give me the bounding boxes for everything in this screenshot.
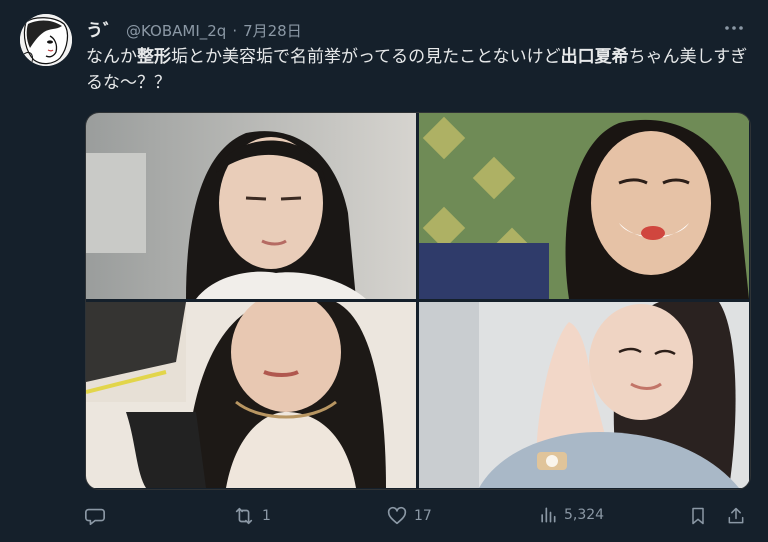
bookmark-button[interactable] — [688, 505, 708, 527]
photo-2[interactable] — [419, 113, 749, 299]
tweet-header: う゛ @KOBAMI_2q · 7月28日 — [86, 16, 302, 41]
reply-button[interactable] — [84, 505, 112, 527]
media-grid — [85, 112, 751, 490]
like-button[interactable]: 17 — [386, 505, 432, 527]
more-button[interactable] — [722, 16, 746, 40]
retweet-icon — [235, 507, 253, 525]
header-separator: · — [232, 22, 238, 40]
author-display-name[interactable]: う゛ — [86, 16, 120, 41]
like-count: 17 — [414, 508, 432, 524]
share-button[interactable] — [726, 505, 746, 527]
tweet[interactable]: う゛ @KOBAMI_2q · 7月28日 なんか整形垢とか美容垢で名前挙がって… — [0, 0, 768, 542]
reply-icon — [85, 508, 105, 526]
photo-4[interactable] — [419, 302, 749, 488]
tweet-text-bold1: 整形 — [137, 47, 171, 67]
author-handle[interactable]: @KOBAMI_2q — [126, 22, 226, 40]
tweet-text: なんか整形垢とか美容垢で名前挙がってるの見たことないけど出口夏希ちゃん美しすぎる… — [86, 44, 750, 96]
views-button[interactable]: 5,324 — [538, 505, 604, 525]
photo-3[interactable] — [86, 302, 416, 488]
share-icon — [728, 507, 744, 524]
retweet-button[interactable]: 1 — [232, 505, 271, 527]
tweet-date[interactable]: 7月28日 — [243, 20, 302, 41]
heart-icon — [387, 506, 407, 525]
avatar[interactable] — [20, 14, 72, 66]
photo-1[interactable] — [86, 113, 416, 299]
tweet-text-bold2: 出口夏希 — [560, 47, 629, 67]
action-bar: 1 17 5,324 — [84, 505, 748, 529]
tweet-text-part1: なんか — [86, 47, 137, 67]
bookmark-icon — [692, 507, 704, 525]
views-icon — [541, 507, 556, 523]
more-icon — [725, 26, 743, 30]
retweet-count: 1 — [262, 508, 271, 524]
views-count: 5,324 — [564, 507, 605, 523]
tweet-text-part2: 垢とか美容垢で名前挙がってるの見たことないけど — [171, 47, 561, 67]
